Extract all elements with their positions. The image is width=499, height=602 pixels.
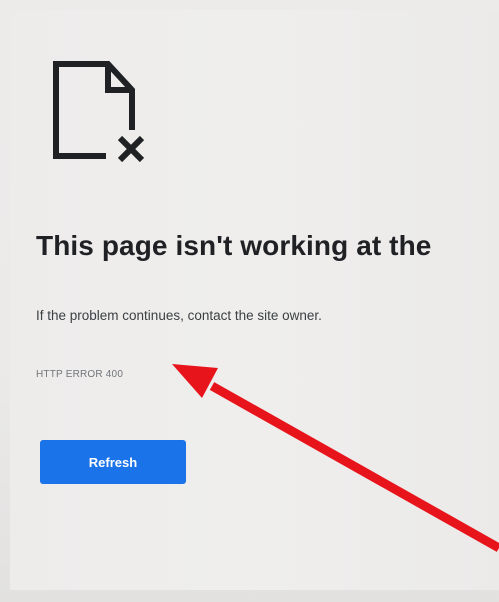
error-code: HTTP ERROR 400 <box>36 369 124 380</box>
error-page: This page isn't working at the If the pr… <box>10 10 499 590</box>
broken-page-icon <box>53 61 156 164</box>
refresh-button[interactable]: Refresh <box>40 440 186 484</box>
error-message: If the problem continues, contact the si… <box>36 308 322 323</box>
browser-viewport: This page isn't working at the If the pr… <box>0 0 499 602</box>
page-title: This page isn't working at the <box>36 230 432 261</box>
